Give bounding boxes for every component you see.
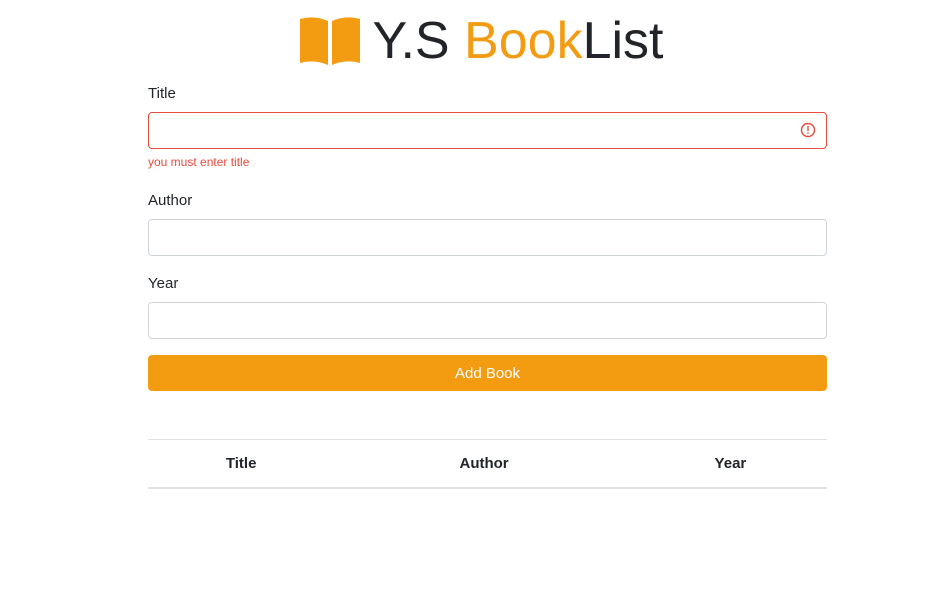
book-open-icon — [300, 17, 361, 65]
table-header-row: Title Author Year — [148, 439, 827, 489]
app-title: Y.S BookList — [372, 12, 663, 70]
column-header-author: Author — [334, 439, 634, 489]
year-label: Year — [148, 275, 179, 292]
error-icon — [800, 122, 816, 138]
book-table: Title Author Year — [148, 439, 827, 489]
author-input[interactable] — [148, 219, 827, 256]
app-header: Y.S BookList — [0, 12, 952, 70]
column-header-year: Year — [633, 439, 827, 489]
title-label: Title — [148, 85, 176, 102]
title-error-message: you must enter title — [148, 155, 250, 169]
title-input[interactable] — [148, 112, 827, 149]
year-input[interactable] — [148, 302, 827, 339]
brand-prefix: Y.S — [372, 12, 465, 70]
brand-list: List — [582, 12, 664, 70]
add-book-button[interactable]: Add Book — [148, 355, 827, 391]
brand-book: Book — [464, 12, 583, 70]
column-header-title: Title — [148, 439, 335, 489]
author-label: Author — [148, 192, 193, 209]
